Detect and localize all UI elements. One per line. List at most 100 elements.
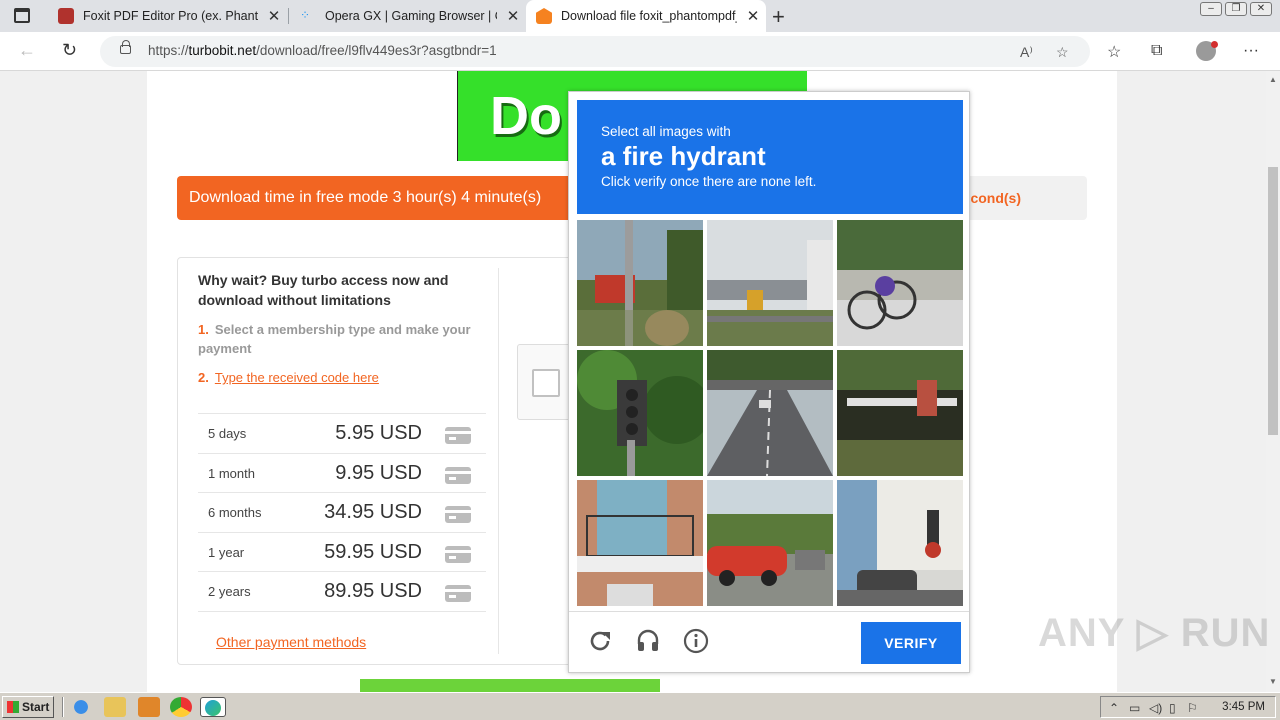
plan-period: 1 month xyxy=(208,465,255,481)
building-bridge-tile[interactable] xyxy=(707,220,833,346)
captcha-header: Select all images with a fire hydrant Cl… xyxy=(577,100,963,214)
captcha-instruction: Select all images with xyxy=(601,124,731,139)
price-row[interactable]: 6 months 34.95 USD xyxy=(198,493,486,533)
plan-price: 9.95 USD xyxy=(335,461,422,484)
minimize-icon[interactable]: – xyxy=(1200,2,1222,16)
network-icon[interactable]: ▭ xyxy=(1129,701,1140,715)
credit-card-icon[interactable] xyxy=(445,427,471,444)
close-tab-icon[interactable]: ✕ xyxy=(745,7,761,25)
captcha-image-grid xyxy=(577,220,963,606)
file-explorer-icon[interactable] xyxy=(104,697,126,717)
other-payment-methods-link[interactable]: Other payment methods xyxy=(216,634,366,650)
green-download-button[interactable] xyxy=(360,679,660,692)
verify-button[interactable]: VERIFY xyxy=(861,622,961,664)
restore-icon[interactable]: ❐ xyxy=(1225,2,1247,16)
tab-actions-icon[interactable] xyxy=(14,8,30,23)
system-tray: ⌃ ▭ ◁) ▯ ⚐ 3:45 PM xyxy=(1100,696,1276,718)
plan-price: 59.95 USD xyxy=(324,540,422,563)
credit-card-icon[interactable] xyxy=(445,545,471,563)
new-tab-button[interactable]: + xyxy=(772,4,785,30)
price-row[interactable]: 5 days 5.95 USD xyxy=(198,414,486,454)
scroll-up-icon[interactable]: ▲ xyxy=(1269,75,1277,84)
add-favorite-icon[interactable]: ☆ xyxy=(1056,44,1069,61)
tab-foxit[interactable]: Foxit PDF Editor Pro (ex. Phantom ✕ xyxy=(48,0,288,32)
step-number: 1. xyxy=(198,322,209,337)
price-row[interactable]: 1 year 59.95 USD xyxy=(198,533,486,572)
tab-separator xyxy=(288,8,289,24)
plan-period: 6 months xyxy=(208,505,262,520)
more-options-icon[interactable]: ··· xyxy=(1243,42,1259,60)
plan-price: 89.95 USD xyxy=(324,580,422,602)
city-street-tile[interactable] xyxy=(837,480,963,606)
captcha-hint: Click verify once there are none left. xyxy=(601,174,817,189)
tab-title: Foxit PDF Editor Pro (ex. Phantom xyxy=(83,9,258,23)
captcha-target: a fire hydrant xyxy=(601,141,766,171)
tab-title: Download file foxit_phantompdf_ xyxy=(561,9,737,23)
lock-icon[interactable] xyxy=(120,40,131,54)
bicycles-tile[interactable] xyxy=(837,220,963,346)
refresh-icon[interactable]: ↻ xyxy=(62,40,77,61)
back-arrow-icon[interactable]: ← xyxy=(18,40,36,61)
banner-text: Do xyxy=(490,86,562,146)
close-tab-icon[interactable]: ✕ xyxy=(266,7,282,25)
info-icon[interactable] xyxy=(683,628,709,654)
step-1-text: Select a membership type and make your p… xyxy=(198,322,471,356)
start-button[interactable]: Start xyxy=(2,696,54,718)
credit-card-icon[interactable] xyxy=(445,506,471,523)
captcha-challenge: Select all images with a fire hydrant Cl… xyxy=(568,91,970,673)
url-text[interactable]: https://turbobit.net/download/free/l9flv… xyxy=(148,43,497,58)
street-traffic-light-tile[interactable] xyxy=(577,220,703,346)
address-bar[interactable]: https://turbobit.net/download/free/l9flv… xyxy=(100,36,1090,67)
profile-avatar[interactable] xyxy=(1196,41,1218,61)
favorites-icon[interactable]: ☆ xyxy=(1107,42,1121,62)
price-row[interactable]: 2 years 89.95 USD xyxy=(198,572,486,612)
media-player-icon[interactable] xyxy=(138,697,160,717)
scrollbar-thumb[interactable] xyxy=(1268,167,1278,435)
close-window-icon[interactable]: ✕ xyxy=(1250,2,1272,16)
collections-icon[interactable]: ⧉ xyxy=(1151,42,1162,60)
step-number: 2. xyxy=(198,370,209,385)
traffic-light-tile[interactable] xyxy=(577,350,703,476)
close-tab-icon[interactable]: ✕ xyxy=(505,7,521,25)
scroll-down-icon[interactable]: ▼ xyxy=(1269,677,1277,686)
plan-price: 34.95 USD xyxy=(324,501,422,523)
chrome-icon[interactable] xyxy=(170,697,192,717)
clock: 3:45 PM xyxy=(1222,701,1265,713)
url-scheme: https:// xyxy=(148,43,189,58)
turbobit-favicon-icon xyxy=(536,8,552,24)
download-timer-bar: Download time in free mode 3 hour(s) 4 m… xyxy=(177,176,587,220)
credit-card-icon[interactable] xyxy=(445,466,471,484)
tab-download[interactable]: Download file foxit_phantompdf_ ✕ xyxy=(526,0,766,32)
audio-challenge-icon[interactable] xyxy=(635,628,661,654)
tab-strip: Foxit PDF Editor Pro (ex. Phantom ✕ ⁘ Op… xyxy=(0,0,1280,32)
action-center-flag-icon[interactable]: ⚐ xyxy=(1187,701,1198,715)
page-scrollbar[interactable]: ▲ ▼ xyxy=(1266,71,1280,692)
volume-icon[interactable]: ◁) xyxy=(1149,701,1162,715)
timer-seconds-text: cond(s) xyxy=(970,190,1021,206)
browser-toolbar: ← ↻ https://turbobit.net/download/free/l… xyxy=(0,32,1280,71)
edge-taskbar-button[interactable] xyxy=(200,697,226,717)
enter-code-link[interactable]: Type the received code here xyxy=(215,370,379,385)
tab-opera[interactable]: ⁘ Opera GX | Gaming Browser | Op ✕ xyxy=(290,0,524,32)
highway-tile[interactable] xyxy=(707,350,833,476)
price-row[interactable]: 1 month 9.95 USD xyxy=(198,454,486,493)
price-table: 5 days 5.95 USD 1 month 9.95 USD 6 month… xyxy=(198,413,486,612)
credit-card-icon[interactable] xyxy=(445,585,471,602)
turbo-heading: Why wait? Buy turbo access now and downl… xyxy=(198,272,449,308)
refresh-challenge-icon[interactable] xyxy=(587,628,613,654)
opera-favicon-icon: ⁘ xyxy=(300,8,311,22)
url-path: /download/free/l9flv449es3r?asgtbndr=1 xyxy=(256,43,497,58)
internet-explorer-icon[interactable] xyxy=(70,697,92,717)
edge-icon xyxy=(205,700,221,716)
plan-price: 5.95 USD xyxy=(335,422,422,444)
battery-icon[interactable]: ▯ xyxy=(1169,701,1176,715)
read-aloud-icon[interactable]: A⁾ xyxy=(1020,44,1033,61)
red-car-tile[interactable] xyxy=(707,480,833,606)
balcony-tile[interactable] xyxy=(577,480,703,606)
park-bench-tile[interactable] xyxy=(837,350,963,476)
captcha-checkbox[interactable] xyxy=(532,369,560,397)
show-hidden-icons-icon[interactable]: ⌃ xyxy=(1109,701,1119,715)
step-1: 1. Select a membership type and make your… xyxy=(198,320,488,358)
taskbar: Start ⌃ ▭ ◁) ▯ ⚐ 3:45 PM xyxy=(0,692,1280,720)
taskbar-separator xyxy=(62,697,64,717)
